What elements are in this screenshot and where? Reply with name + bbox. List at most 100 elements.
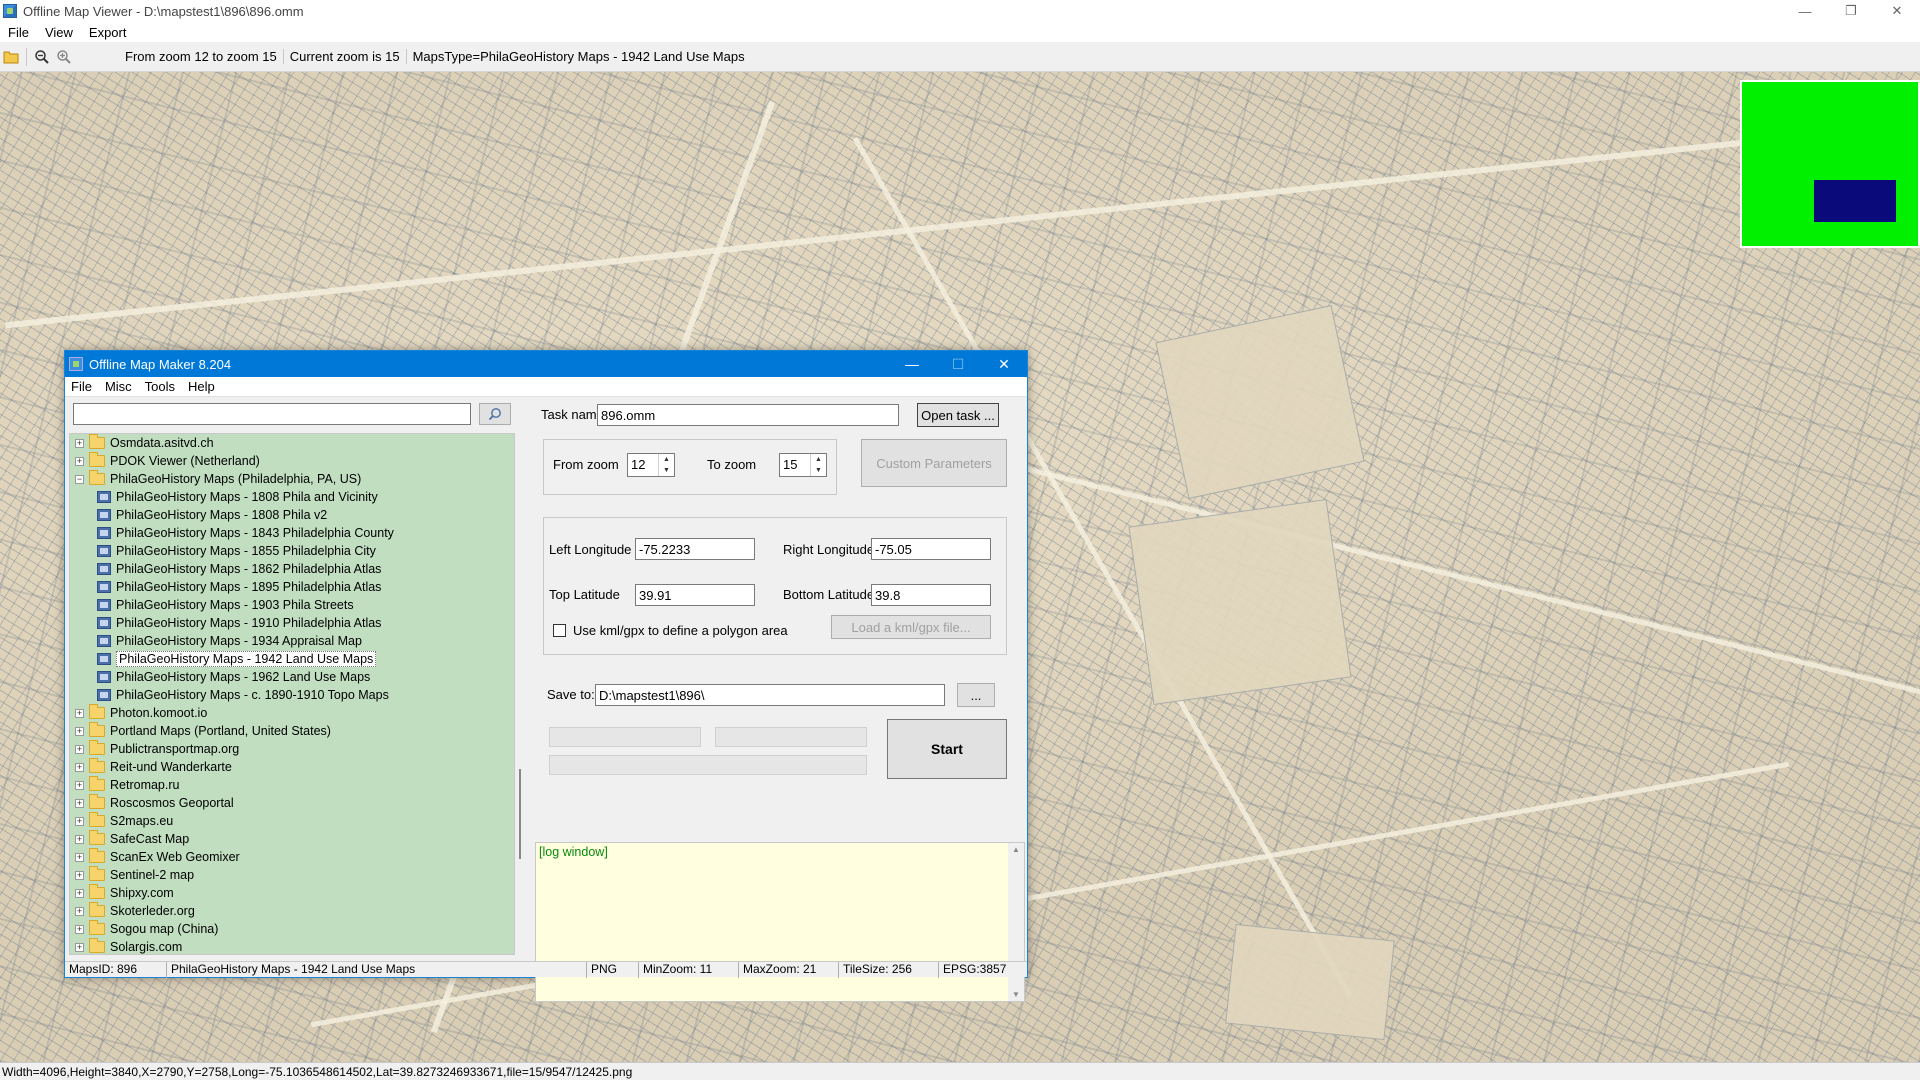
dialog-menu-file[interactable]: File xyxy=(71,379,92,394)
map-icon xyxy=(97,689,111,701)
log-window[interactable]: [log window] ▲ ▼ xyxy=(535,842,1025,1002)
tree-folder[interactable]: + Portland Maps (Portland, United States) xyxy=(70,722,514,740)
zoom-range-text: From zoom 12 to zoom 15 xyxy=(125,49,277,64)
tree-map-item[interactable]: PhilaGeoHistory Maps - 1962 Land Use Map… xyxy=(70,668,514,686)
tree-map-item[interactable]: PhilaGeoHistory Maps - 1862 Philadelphia… xyxy=(70,560,514,578)
epsg-status: EPSG:3857 xyxy=(943,962,1007,976)
expand-icon[interactable]: + xyxy=(75,816,84,826)
maps-name-status: PhilaGeoHistory Maps - 1942 Land Use Map… xyxy=(167,962,587,978)
spinner-arrows[interactable]: ▲ ▼ xyxy=(810,454,826,476)
expand-icon[interactable]: + xyxy=(75,762,84,772)
tree-map-item[interactable]: PhilaGeoHistory Maps - 1855 Philadelphia… xyxy=(70,542,514,560)
tree-folder[interactable]: + ScanEx Web Geomixer xyxy=(70,848,514,866)
tree-item-label: PhilaGeoHistory Maps - 1808 Phila and Vi… xyxy=(116,490,378,504)
start-button[interactable]: Start xyxy=(887,719,1007,779)
tree-folder[interactable]: + Roscosmos Geoportal xyxy=(70,794,514,812)
spinner-arrows[interactable]: ▲ ▼ xyxy=(658,454,674,476)
restore-icon[interactable]: ❐ xyxy=(1828,0,1874,22)
tree-folder[interactable]: + Skoterleder.org xyxy=(70,902,514,920)
map-icon xyxy=(97,509,111,521)
tree-folder[interactable]: − PhilaGeoHistory Maps (Philadelphia, PA,… xyxy=(70,470,514,488)
expand-icon[interactable]: + xyxy=(75,726,84,736)
zoom-in-icon[interactable] xyxy=(53,46,75,68)
search-input[interactable] xyxy=(73,403,471,425)
menu-file[interactable]: File xyxy=(8,25,29,40)
expand-icon[interactable]: + xyxy=(75,888,84,898)
tree-map-item[interactable]: PhilaGeoHistory Maps - 1808 Phila v2 xyxy=(70,506,514,524)
tree-map-item[interactable]: PhilaGeoHistory Maps - 1903 Phila Street… xyxy=(70,596,514,614)
left-longitude-label: Left Longitude xyxy=(549,542,632,557)
map-park xyxy=(1128,498,1352,706)
open-folder-icon[interactable] xyxy=(0,46,22,68)
maps-tree[interactable]: + Osmdata.asitvd.ch + PDOK Viewer (Netherla… xyxy=(69,433,515,955)
tree-folder[interactable]: + Solargis.com xyxy=(70,938,514,954)
dialog-menu-help[interactable]: Help xyxy=(188,379,215,394)
dialog-menu-misc[interactable]: Misc xyxy=(105,379,132,394)
tree-folder[interactable]: + S2maps.eu xyxy=(70,812,514,830)
tree-folder[interactable]: + Sentinel-2 map xyxy=(70,866,514,884)
browse-button[interactable]: ... xyxy=(957,683,995,707)
expand-icon[interactable]: + xyxy=(75,744,84,754)
expand-icon[interactable]: + xyxy=(75,456,84,466)
tree-folder[interactable]: + SafeCast Map xyxy=(70,830,514,848)
load-kml-button[interactable]: Load a kml/gpx file... xyxy=(831,615,991,639)
open-task-button[interactable]: Open task ... xyxy=(917,403,999,427)
tree-map-item[interactable]: PhilaGeoHistory Maps - 1843 Philadelphia… xyxy=(70,524,514,542)
minimap[interactable] xyxy=(1740,80,1920,248)
to-zoom-spinner[interactable]: 15 ▲ ▼ xyxy=(779,453,827,477)
map-icon xyxy=(97,563,111,575)
top-latitude-input[interactable] xyxy=(635,584,755,606)
expand-icon[interactable]: + xyxy=(75,438,84,448)
tree-folder[interactable]: + PDOK Viewer (Netherland) xyxy=(70,452,514,470)
expand-icon[interactable]: + xyxy=(75,870,84,880)
tree-scrollbar[interactable] xyxy=(517,433,523,955)
bottom-latitude-input[interactable] xyxy=(871,584,991,606)
tree-folder[interactable]: + Reit-und Wanderkarte xyxy=(70,758,514,776)
left-longitude-input[interactable] xyxy=(635,538,755,560)
expand-icon[interactable]: + xyxy=(75,780,84,790)
minimize-icon[interactable]: — xyxy=(1782,0,1828,22)
tree-folder[interactable]: + Osmdata.asitvd.ch xyxy=(70,434,514,452)
scrollbar-thumb[interactable] xyxy=(519,769,521,859)
save-to-input[interactable] xyxy=(595,684,945,706)
custom-parameters-button[interactable]: Custom Parameters xyxy=(861,439,1007,487)
collapse-icon[interactable]: − xyxy=(75,474,84,484)
tree-map-item[interactable]: PhilaGeoHistory Maps - 1808 Phila and Vi… xyxy=(70,488,514,506)
tree-map-item[interactable]: PhilaGeoHistory Maps - 1934 Appraisal Ma… xyxy=(70,632,514,650)
close-icon[interactable]: ✕ xyxy=(1874,0,1920,22)
tree-map-item[interactable]: PhilaGeoHistory Maps - 1910 Philadelphia… xyxy=(70,614,514,632)
expand-icon[interactable]: + xyxy=(75,834,84,844)
expand-icon[interactable]: + xyxy=(75,798,84,808)
from-zoom-spinner[interactable]: 12 ▲ ▼ xyxy=(627,453,675,477)
tree-folder[interactable]: + Photon.komoot.io xyxy=(70,704,514,722)
tree-folder[interactable]: + Sogou map (China) xyxy=(70,920,514,938)
window-titlebar: Offline Map Viewer - D:\mapstest1\896\89… xyxy=(0,0,1920,22)
folder-icon xyxy=(89,812,105,827)
tree-item-label: Publictransportmap.org xyxy=(110,742,240,756)
tree-map-item[interactable]: PhilaGeoHistory Maps - c. 1890-1910 Topo… xyxy=(70,686,514,704)
expand-icon[interactable]: + xyxy=(75,852,84,862)
expand-icon[interactable]: + xyxy=(75,906,84,916)
dialog-menu-tools[interactable]: Tools xyxy=(145,379,175,394)
right-longitude-input[interactable] xyxy=(871,538,991,560)
zoom-out-icon[interactable] xyxy=(31,46,53,68)
tree-folder[interactable]: + Shipxy.com xyxy=(70,884,514,902)
menu-export[interactable]: Export xyxy=(89,25,127,40)
tree-item-label: Shipxy.com xyxy=(110,886,174,900)
menu-view[interactable]: View xyxy=(45,25,73,40)
search-button[interactable] xyxy=(479,403,511,425)
expand-icon[interactable]: + xyxy=(75,708,84,718)
tree-folder[interactable]: + Retromap.ru xyxy=(70,776,514,794)
tree-map-item[interactable]: PhilaGeoHistory Maps - 1942 Land Use Map… xyxy=(70,650,514,668)
tree-folder[interactable]: + Publictransportmap.org xyxy=(70,740,514,758)
log-scrollbar[interactable]: ▲ ▼ xyxy=(1008,843,1024,1001)
close-icon[interactable]: ✕ xyxy=(981,351,1027,377)
kml-checkbox[interactable] xyxy=(553,624,566,637)
folder-icon xyxy=(89,722,105,737)
tree-map-item[interactable]: PhilaGeoHistory Maps - 1895 Philadelphia… xyxy=(70,578,514,596)
minimize-icon[interactable]: — xyxy=(889,351,935,377)
expand-icon[interactable]: + xyxy=(75,942,84,952)
expand-icon[interactable]: + xyxy=(75,924,84,934)
task-name-input[interactable] xyxy=(597,404,899,426)
minimap-viewport[interactable] xyxy=(1814,180,1896,222)
